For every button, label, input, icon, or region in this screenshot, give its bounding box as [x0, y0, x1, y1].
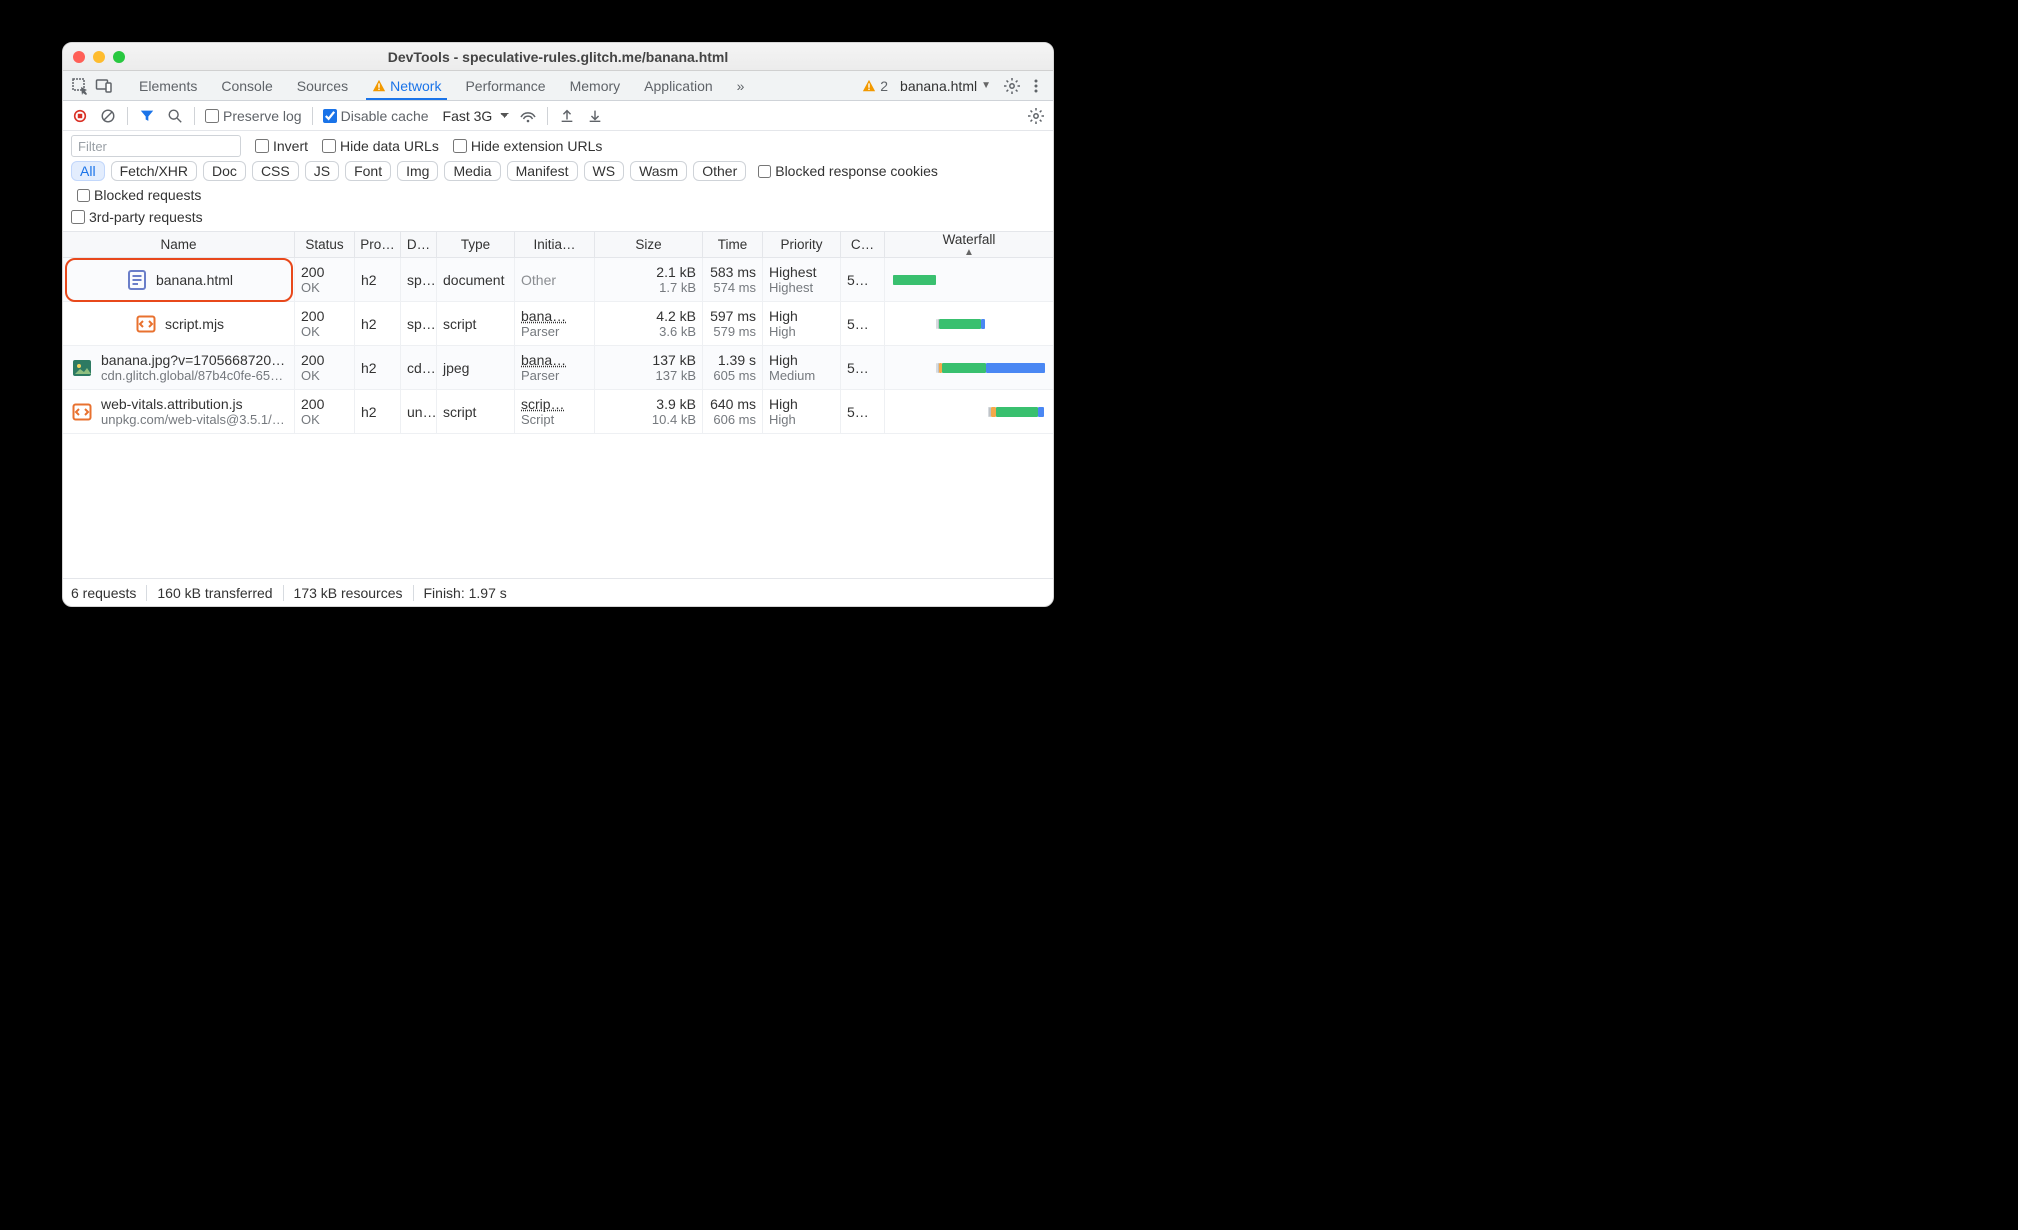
filter-chip-font[interactable]: Font [345, 161, 391, 181]
tab-elements[interactable]: Elements [127, 71, 209, 100]
minimize-window-button[interactable] [93, 51, 105, 63]
col-name: Name [63, 232, 295, 257]
devtools-window: DevTools - speculative-rules.glitch.me/b… [62, 42, 1054, 607]
export-har-icon[interactable] [558, 107, 576, 125]
throttling-select[interactable]: Fast 3G [439, 106, 509, 126]
network-toolbar: Preserve log Disable cache Fast 3G [63, 101, 1053, 131]
col-size: Size [595, 232, 703, 257]
panel-tabs: Elements Console Sources Network Perform… [127, 71, 756, 100]
invert-checkbox[interactable]: Invert [255, 138, 308, 154]
filter-chip-js[interactable]: JS [305, 161, 339, 181]
titlebar: DevTools - speculative-rules.glitch.me/b… [63, 43, 1053, 71]
search-icon[interactable] [166, 107, 184, 125]
tab-memory[interactable]: Memory [558, 71, 633, 100]
blocked-requests-checkbox[interactable]: Blocked requests [77, 187, 201, 203]
filter-chip-fetchxhr[interactable]: Fetch/XHR [111, 161, 197, 181]
main-tabbar: Elements Console Sources Network Perform… [63, 71, 1053, 101]
settings-icon[interactable] [1003, 77, 1021, 95]
import-har-icon[interactable] [586, 107, 604, 125]
table-header[interactable]: Name Status Pro… D… Type Initia… Size Ti… [63, 232, 1053, 258]
filter-chip-ws[interactable]: WS [584, 161, 625, 181]
filter-chip-all[interactable]: All [71, 161, 105, 181]
col-status: Status [295, 232, 355, 257]
preserve-log-checkbox[interactable]: Preserve log [205, 108, 302, 124]
request-name: banana.jpg?v=1705668720588 [101, 352, 288, 368]
network-table: Name Status Pro… D… Type Initia… Size Ti… [63, 232, 1053, 578]
network-conditions-icon[interactable] [519, 107, 537, 125]
zoom-window-button[interactable] [113, 51, 125, 63]
filter-chip-doc[interactable]: Doc [203, 161, 246, 181]
footer-transferred: 160 kB transferred [157, 585, 272, 601]
warning-icon [372, 79, 386, 93]
third-party-checkbox[interactable]: 3rd-party requests [71, 209, 1045, 225]
issues-counter[interactable]: 2 [862, 78, 888, 94]
type-filter-bar: All Fetch/XHR Doc CSS JS Font Img Media Manifest… [63, 161, 1053, 209]
col-waterfall: Waterfall▲ [885, 232, 1053, 257]
table-row[interactable]: web-vitals.attribution.jsunpkg.com/web-v… [63, 390, 1053, 434]
status-bar: 6 requests 160 kB transferred 173 kB res… [63, 578, 1053, 606]
filter-chip-media[interactable]: Media [444, 161, 500, 181]
filter-chip-wasm[interactable]: Wasm [630, 161, 687, 181]
device-mode-icon[interactable] [95, 77, 113, 95]
blocked-cookies-checkbox[interactable]: Blocked response cookies [758, 163, 938, 179]
col-priority: Priority [763, 232, 841, 257]
col-initiator: Initia… [515, 232, 595, 257]
filter-chip-img[interactable]: Img [397, 161, 438, 181]
chevron-down-icon: ▼ [981, 80, 991, 91]
col-domain: D… [401, 232, 437, 257]
tab-application[interactable]: Application [632, 71, 725, 100]
close-window-button[interactable] [73, 51, 85, 63]
warning-icon [862, 79, 876, 93]
disable-cache-checkbox[interactable]: Disable cache [323, 108, 429, 124]
tab-performance[interactable]: Performance [453, 71, 557, 100]
script-icon [135, 313, 157, 335]
filter-input[interactable] [71, 135, 241, 157]
request-name: banana.html [156, 272, 233, 288]
footer-finish: Finish: 1.97 s [424, 585, 507, 601]
hide-extension-urls-checkbox[interactable]: Hide extension URLs [453, 138, 603, 154]
waterfall-cell[interactable] [885, 302, 1053, 345]
waterfall-cell[interactable] [885, 390, 1053, 433]
table-row[interactable]: banana.jpg?v=1705668720588cdn.glitch.glo… [63, 346, 1053, 390]
footer-requests: 6 requests [71, 585, 136, 601]
tab-network[interactable]: Network [360, 71, 453, 100]
filter-icon[interactable] [138, 107, 156, 125]
col-type: Type [437, 232, 515, 257]
tab-console[interactable]: Console [209, 71, 284, 100]
request-name: script.mjs [165, 316, 224, 332]
image-icon [71, 357, 93, 379]
table-row[interactable]: banana.html200OKh2sp…documentOther2.1 kB… [63, 258, 1053, 302]
table-body: banana.html200OKh2sp…documentOther2.1 kB… [63, 258, 1053, 578]
col-connection: C… [841, 232, 885, 257]
waterfall-cell[interactable] [885, 346, 1053, 389]
table-row[interactable]: script.mjs200OKh2sp…scriptbana…Parser4.2… [63, 302, 1053, 346]
col-protocol: Pro… [355, 232, 401, 257]
script-icon [71, 401, 93, 423]
inspect-icon[interactable] [71, 77, 89, 95]
doc-icon [126, 269, 148, 291]
clear-icon[interactable] [99, 107, 117, 125]
waterfall-cell[interactable] [885, 258, 1053, 301]
window-controls [73, 51, 125, 63]
filter-bar: Invert Hide data URLs Hide extension URL… [63, 131, 1053, 161]
record-icon[interactable] [71, 107, 89, 125]
more-tabs-button[interactable]: » [725, 71, 757, 100]
kebab-menu-icon[interactable] [1027, 77, 1045, 95]
filter-chip-manifest[interactable]: Manifest [507, 161, 578, 181]
request-name: web-vitals.attribution.js [101, 396, 288, 412]
filter-chip-css[interactable]: CSS [252, 161, 299, 181]
window-title: DevTools - speculative-rules.glitch.me/b… [63, 49, 1053, 65]
hide-data-urls-checkbox[interactable]: Hide data URLs [322, 138, 439, 154]
sort-asc-icon: ▲ [964, 247, 974, 257]
third-party-row: 3rd-party requests [63, 209, 1053, 232]
filter-chip-other[interactable]: Other [693, 161, 746, 181]
col-time: Time [703, 232, 763, 257]
network-settings-icon[interactable] [1027, 107, 1045, 125]
footer-resources: 173 kB resources [294, 585, 403, 601]
tab-sources[interactable]: Sources [285, 71, 360, 100]
context-selector[interactable]: banana.html ▼ [900, 78, 991, 94]
